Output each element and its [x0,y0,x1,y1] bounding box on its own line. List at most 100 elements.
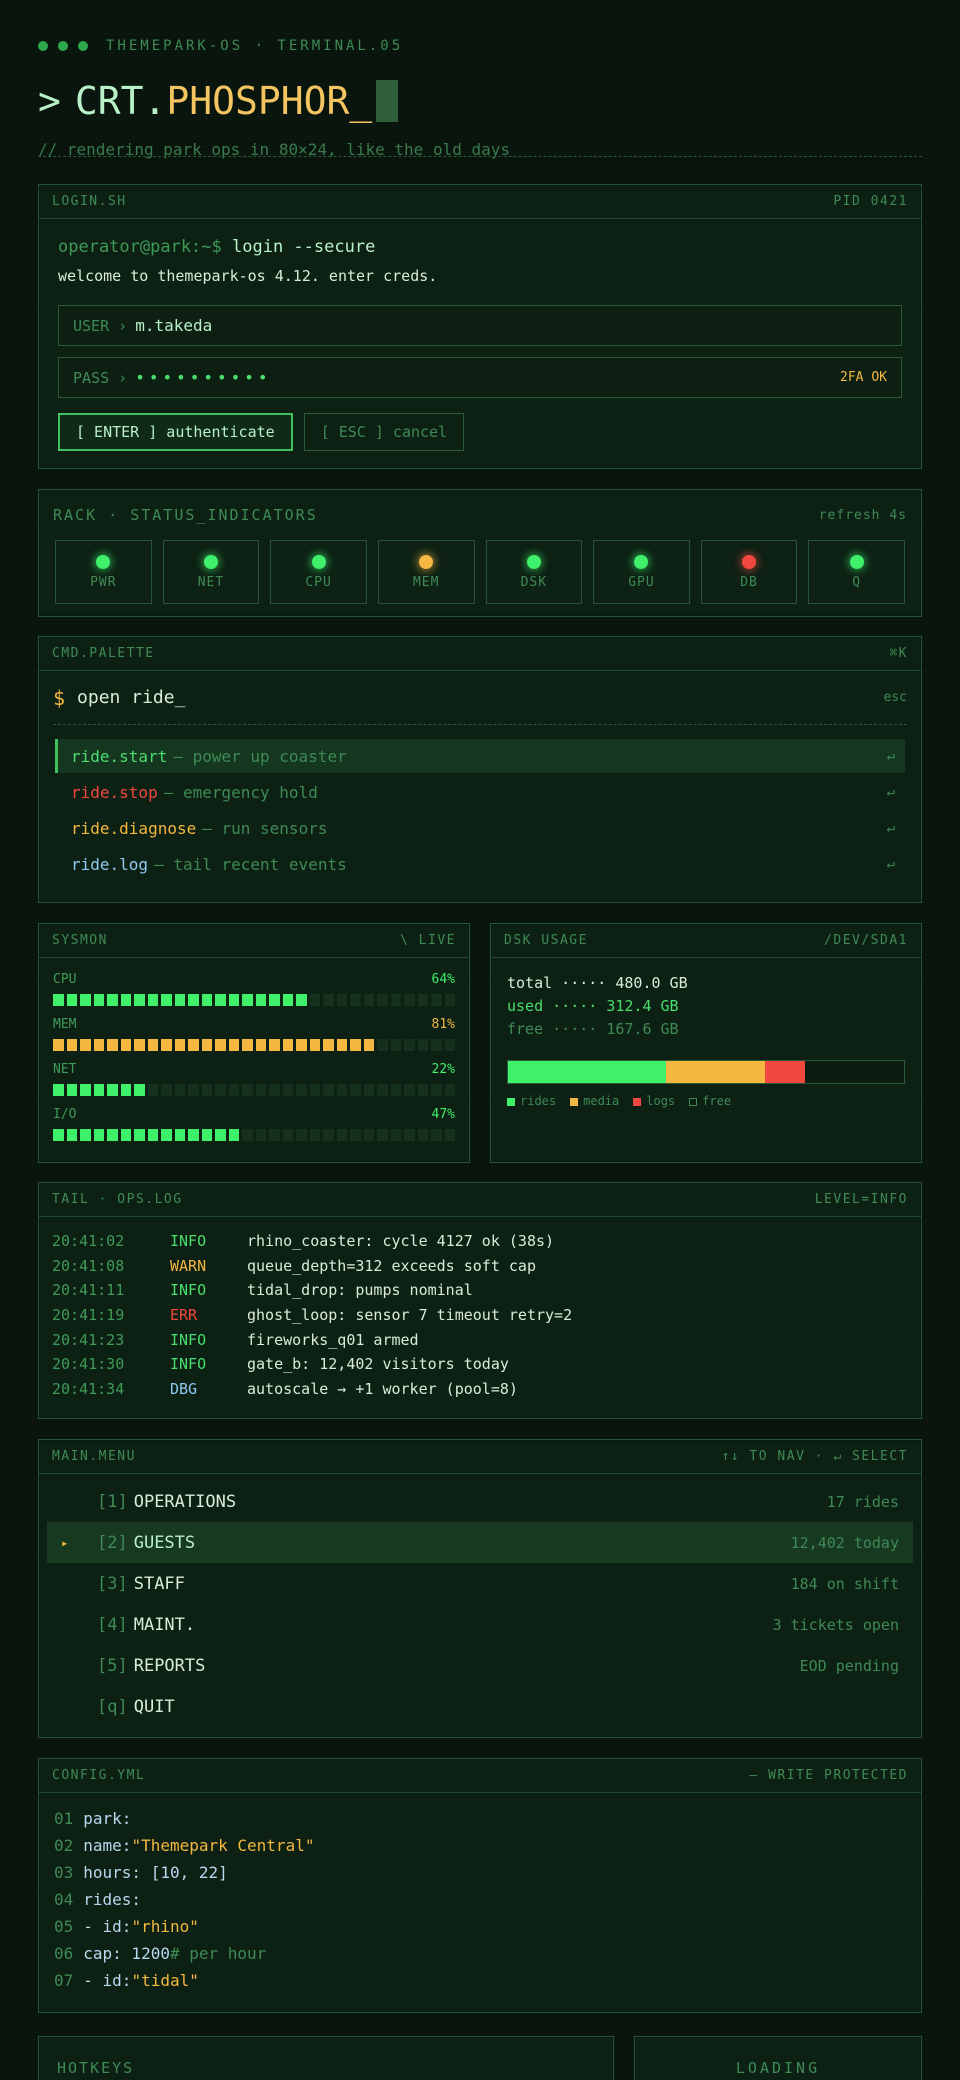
meter-segment [363,994,374,1006]
meter-bar [53,1129,455,1141]
config-line: 05 - id: "rhino" [54,1913,906,1940]
legend-label: rides [520,1094,557,1108]
meter-segment [147,1129,158,1141]
menu-item-maint[interactable]: [4] MAINT. 3 tickets open [47,1604,913,1645]
meter-segment [53,994,64,1006]
rack-status-panel: RACK · STATUS_INDICATORS refresh 4s PWR N… [38,489,922,617]
disk-panel-header: DSK USAGE /DEV/SDA1 [491,924,921,958]
username-value[interactable]: m.takeda [135,316,212,335]
command-description: — tail recent events [154,854,347,874]
meter-segment [66,1129,77,1141]
menu-item-key: [4] [97,1614,128,1635]
meter-segment [444,1129,455,1141]
username-field[interactable]: USER › m.takeda [58,305,902,346]
meter-segment [390,1129,401,1141]
return-icon: ↵ [886,820,895,836]
disk-total-value: 480.0 GB [615,974,688,992]
status-indicator-mem: MEM [377,540,475,604]
meter-segment [107,994,118,1006]
meter-segment [215,1084,226,1096]
command-esc-hint[interactable]: esc [884,690,907,705]
meter-segment [336,1129,347,1141]
meter-segment [323,1039,334,1051]
meter-segment [66,994,77,1006]
log-row: 20:41:23 INFO fireworks_q01 armed [52,1327,908,1352]
password-value[interactable]: •••••••••• [135,368,271,387]
menu-item-key: [5] [97,1655,128,1676]
meter-segment [120,1129,131,1141]
meter-segment [269,1129,280,1141]
config-code: 01 park: 02 name: "Themepark Central" 03 hour… [39,1793,921,2006]
command-description: — run sensors [202,818,328,838]
meter-segment [296,994,307,1006]
log-level-filter[interactable]: LEVEL=INFO [815,1192,908,1207]
meter-segment [120,1039,131,1051]
config-string: "rhino" [131,1917,199,1936]
status-indicator-net: NET [162,540,260,604]
legend-label: free [702,1094,732,1108]
legend-label: logs [646,1094,676,1108]
config-key: park: [83,1809,132,1828]
password-field[interactable]: PASS › •••••••••• 2FA OK [58,357,902,398]
config-line-number: 02 [54,1836,74,1855]
header-divider [38,156,922,157]
authenticate-button[interactable]: [ ENTER ] authenticate [58,413,293,451]
status-led-icon [419,554,434,569]
menu-item-reports[interactable]: [5] REPORTS EOD pending [47,1645,913,1686]
config-string: "Themepark Central" [131,1836,315,1855]
menu-item-guests[interactable]: ▸ [2] GUESTS 12,402 today [47,1522,913,1563]
meter-segment [404,1084,415,1096]
status-indicator-label: MEM [412,574,440,590]
status-indicator-pwr: PWR [55,540,152,604]
legend-swatch-icon [570,1097,579,1106]
config-line: 06 cap: 1200 # per hour [54,1940,906,1967]
disk-segment-rides [508,1061,667,1083]
meter-value: 81% [431,1017,455,1032]
disk-panel-title: DSK USAGE [504,933,588,948]
meter-segment [107,1039,118,1051]
meter-segment [66,1039,77,1051]
log-level: INFO [170,1330,207,1349]
page-title: > CRT. PHOSPHOR_ [38,76,922,126]
log-message: fireworks_q01 armed [247,1330,419,1349]
meter-segment [363,1129,374,1141]
command-result-item[interactable]: ride.stop — emergency hold ↵ [55,775,905,809]
meter-segment [80,994,91,1006]
command-palette-title: CMD.PALETTE [52,646,155,661]
hotkeys-title: HOTKEYS [57,2059,135,2077]
meter-segment [404,1129,415,1141]
command-palette: CMD.PALETTE ⌘K $ open ride_ esc ride.sta… [38,636,922,903]
meter-header: NET 22% [53,1062,455,1080]
command-result-item[interactable]: ride.start — power up coaster ↵ [55,739,905,773]
meter-segment [390,994,401,1006]
menu-item-quit[interactable]: [q] QUIT [47,1686,913,1727]
return-icon: ↵ [886,856,895,872]
command-name: ride.stop [71,782,158,802]
meter-segment [93,1129,104,1141]
meter-segment [255,994,266,1006]
meter-header: I/O 47% [53,1107,455,1125]
command-search-input[interactable]: $ open ride_ esc [53,671,907,725]
command-query[interactable]: open ride_ [77,687,185,708]
meter-segment [309,994,320,1006]
meter-segment [228,1129,239,1141]
menu-item-staff[interactable]: [3] STAFF 184 on shift [47,1563,913,1604]
meter-segment [80,1084,91,1096]
menu-item-operations[interactable]: [1] OPERATIONS 17 rides [47,1481,913,1522]
login-command-line: operator@park:~$ login --secure [58,237,902,261]
command-result-item[interactable]: ride.log — tail recent events ↵ [55,847,905,881]
cancel-button[interactable]: [ ESC ] cancel [303,413,465,451]
meter-segment [377,1039,388,1051]
config-line-number: 05 [54,1917,74,1936]
meter-segment [417,1084,428,1096]
meter-header: MEM 81% [53,1017,455,1035]
log-row: 20:41:34 DBG autoscale → +1 worker (pool=8… [52,1377,908,1402]
loading-title: LOADING [735,2059,821,2077]
meter-segment [255,1129,266,1141]
meter-segment [120,1084,131,1096]
meter-segment [390,1084,401,1096]
command-result-item[interactable]: ride.diagnose — run sensors ↵ [55,811,905,845]
menu-item-label: STAFF [133,1573,185,1594]
shell-command: login --secure [232,237,376,257]
meter-segment [390,1039,401,1051]
